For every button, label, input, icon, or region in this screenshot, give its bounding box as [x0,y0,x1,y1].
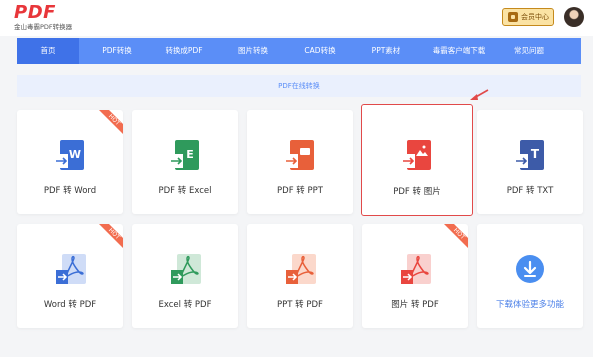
tool-label: PPT 转 PDF [277,300,323,310]
txt-file-icon: T [516,140,544,170]
pdf-from-excel-icon [171,254,201,284]
section-title-bar: PDF在线转换 [17,75,581,97]
tool-card-pdf-to-txt[interactable]: T PDF 转 TXT [477,110,583,214]
tool-label: PDF 转 图片 [393,187,441,197]
tool-card-image-to-pdf[interactable]: HOT 图片 转 PDF [362,224,468,328]
tool-card-pdf-to-excel[interactable]: E PDF 转 Excel [132,110,238,214]
svg-text:W: W [69,148,81,161]
tool-label: PDF 转 Excel [158,186,212,196]
tool-label: PDF 转 PPT [277,186,323,196]
nav-item-pdf-convert[interactable]: PDF转换 [89,38,145,64]
tool-label: PDF 转 TXT [506,186,554,196]
pdf-from-word-icon [56,254,86,284]
tool-card-pdf-to-image[interactable]: PDF 转 图片 [361,104,473,216]
pdf-from-ppt-icon [286,254,316,284]
tool-label: PDF 转 Word [43,186,97,196]
top-header: PDF 金山毒霸PDF转换器 会员中心 [0,0,593,36]
svg-text:E: E [186,148,194,161]
download-more-card[interactable]: 下载体验更多功能 [477,224,583,328]
hot-badge: HOT [436,224,468,256]
nav-item-image-convert[interactable]: 图片转换 [225,38,281,64]
tool-card-pdf-to-ppt[interactable]: PDF 转 PPT [247,110,353,214]
logo-text: PDF [14,2,56,23]
word-file-icon: W [56,140,84,170]
ppt-file-icon [286,140,314,170]
section-title: PDF在线转换 [278,82,320,90]
tool-label: Excel 转 PDF [158,300,212,310]
download-more-label: 下载体验更多功能 [495,300,564,310]
nav-item-home[interactable]: 首页 [17,38,79,64]
download-icon [516,255,544,283]
tool-label: 图片 转 PDF [391,300,439,310]
tool-card-pdf-to-word[interactable]: HOT W PDF 转 Word [17,110,123,214]
hot-badge: HOT [91,110,123,142]
tool-label: Word 转 PDF [43,300,97,310]
nav-item-ppt-assets[interactable]: PPT素材 [361,38,411,64]
avatar[interactable] [564,7,584,27]
app-logo[interactable]: PDF 金山毒霸PDF转换器 [14,2,73,32]
excel-file-icon: E [171,140,199,170]
member-center-label: 会员中心 [521,13,549,21]
main-nav: 首页 PDF转换 转换成PDF 图片转换 CAD转换 PPT素材 毒霸客户端下载… [17,38,581,64]
tool-card-excel-to-pdf[interactable]: Excel 转 PDF [132,224,238,328]
pdf-from-image-icon [401,254,431,284]
tool-card-word-to-pdf[interactable]: HOT Word 转 PDF [17,224,123,328]
tool-card-ppt-to-pdf[interactable]: PPT 转 PDF [247,224,353,328]
svg-text:T: T [531,147,540,161]
annotation-arrow-icon [470,89,489,100]
nav-item-cad-convert[interactable]: CAD转换 [293,38,347,64]
nav-item-to-pdf[interactable]: 转换成PDF [153,38,215,64]
logo-subtitle: 金山毒霸PDF转换器 [14,23,73,31]
member-icon [508,12,518,22]
member-center-button[interactable]: 会员中心 [502,8,554,26]
image-file-icon [403,140,431,170]
hot-badge: HOT [91,224,123,256]
nav-item-faq[interactable]: 常见问题 [501,38,557,64]
nav-item-client-download[interactable]: 毒霸客户端下载 [421,38,497,64]
